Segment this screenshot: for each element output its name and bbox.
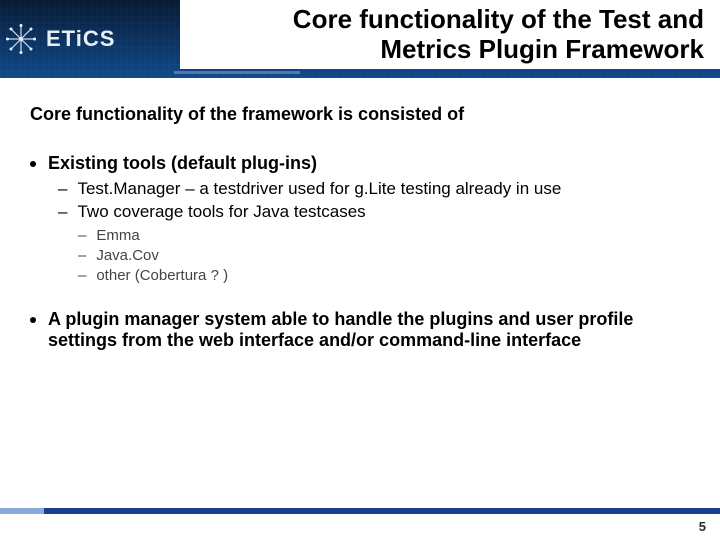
bullet-text: A plugin manager system able to handle t…	[48, 309, 690, 351]
bullet-text: Existing tools (default plug-ins)	[48, 153, 317, 174]
list-item: – other (Cobertura ? )	[78, 266, 690, 286]
list-item: – Java.Cov	[78, 246, 690, 266]
dash-icon: –	[78, 226, 86, 246]
bullet-text: other (Cobertura ? )	[96, 266, 228, 286]
dash-icon: –	[78, 246, 86, 266]
sub-sub-bullet-list: – Emma – Java.Cov – other (Cobertura ? )	[78, 226, 690, 287]
bullet-text: Test.Manager – a testdriver used for g.L…	[77, 178, 561, 201]
content-area: Core functionality of the framework is c…	[30, 104, 690, 373]
slide: ETiCS Core functionality of the Test and…	[0, 0, 720, 540]
bullet-text: Two coverage tools for Java testcases	[77, 201, 365, 224]
bullet-list: Existing tools (default plug-ins) – Test…	[30, 153, 690, 351]
list-item: A plugin manager system able to handle t…	[30, 309, 690, 351]
dash-icon: –	[58, 178, 67, 201]
logo-icon	[6, 24, 36, 54]
sub-bullet-list: – Test.Manager – a testdriver used for g…	[58, 178, 690, 224]
lead-text: Core functionality of the framework is c…	[30, 104, 690, 125]
list-item: – Test.Manager – a testdriver used for g…	[58, 178, 690, 201]
list-item: – Two coverage tools for Java testcases	[58, 201, 690, 224]
page-number: 5	[699, 519, 706, 534]
bullet-text: Java.Cov	[96, 246, 159, 266]
dash-icon: –	[58, 201, 67, 224]
list-item: – Emma	[78, 226, 690, 246]
brand-logo: ETiCS	[6, 24, 115, 54]
footer-line	[0, 508, 720, 514]
slide-title: Core functionality of the Test and Metri…	[204, 5, 704, 65]
footer-accent	[0, 508, 44, 514]
bullet-icon	[30, 161, 36, 167]
bullet-icon	[30, 317, 36, 323]
brand-name: ETiCS	[46, 26, 115, 52]
header-band: ETiCS Core functionality of the Test and…	[0, 0, 720, 78]
bullet-text: Emma	[96, 226, 139, 246]
title-strip: Core functionality of the Test and Metri…	[180, 0, 720, 70]
list-item: Existing tools (default plug-ins) – Test…	[30, 153, 690, 287]
title-underline-accent	[174, 71, 300, 74]
dash-icon: –	[78, 266, 86, 286]
